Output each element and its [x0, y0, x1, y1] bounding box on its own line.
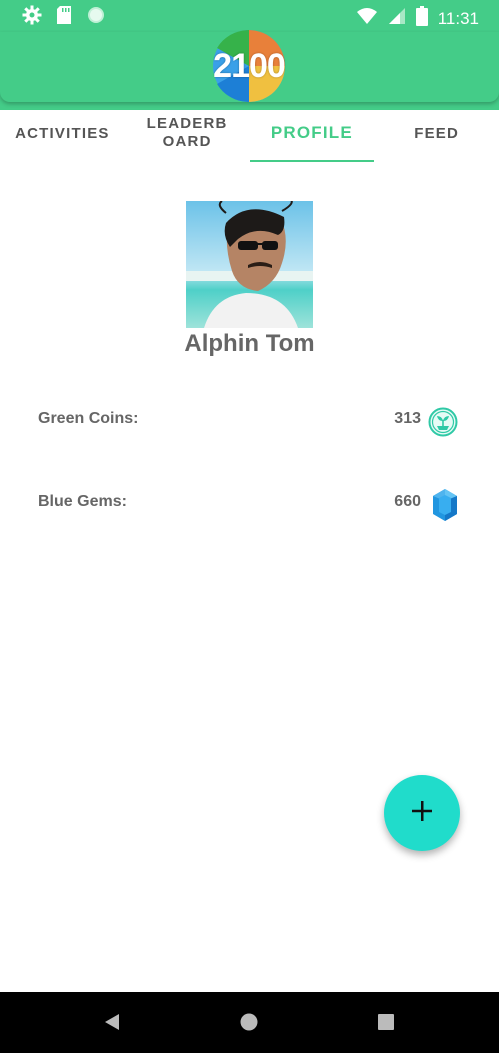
tab-label: LEADERBOARD: [146, 115, 228, 150]
recents-icon[interactable]: [378, 1014, 394, 1035]
profile-name: Alphin Tom: [184, 330, 315, 357]
tab-profile[interactable]: PROFILE: [249, 103, 375, 163]
logo-text: 2100: [213, 47, 286, 85]
blue-gems-label: Blue Gems:: [38, 493, 127, 510]
plus-icon: [411, 800, 433, 827]
blue-gem-icon: [431, 488, 459, 527]
tab-feed[interactable]: FEED: [374, 103, 499, 163]
home-icon[interactable]: [240, 1013, 258, 1036]
tab-bar: ACTIVITIES LEADERBOARD PROFILE FEED: [0, 103, 499, 163]
circle-icon: [86, 5, 106, 30]
settings-icon: [22, 5, 42, 30]
green-coins-value: 313: [394, 410, 421, 427]
battery-icon: [415, 6, 428, 31]
app-logo: 2100: [212, 30, 286, 102]
tab-activities[interactable]: ACTIVITIES: [0, 103, 125, 163]
status-time: 11:31: [437, 8, 479, 28]
signal-icon: [388, 7, 406, 30]
tab-leaderboard[interactable]: LEADERBOARD: [125, 103, 250, 163]
tab-label: PROFILE: [270, 123, 353, 142]
wifi-icon: [356, 7, 378, 30]
green-coins-label: Green Coins:: [38, 410, 139, 427]
tab-label: ACTIVITIES: [15, 124, 110, 142]
green-coin-icon: [428, 407, 458, 442]
add-button[interactable]: [384, 775, 460, 851]
status-bar: 11:31: [0, 0, 499, 32]
back-icon[interactable]: [103, 1013, 121, 1036]
sd-card-icon: [56, 5, 72, 30]
blue-gems-value: 660: [394, 493, 421, 510]
system-nav-bar: [0, 992, 499, 1053]
tab-label: FEED: [414, 124, 460, 142]
avatar: [186, 201, 313, 328]
